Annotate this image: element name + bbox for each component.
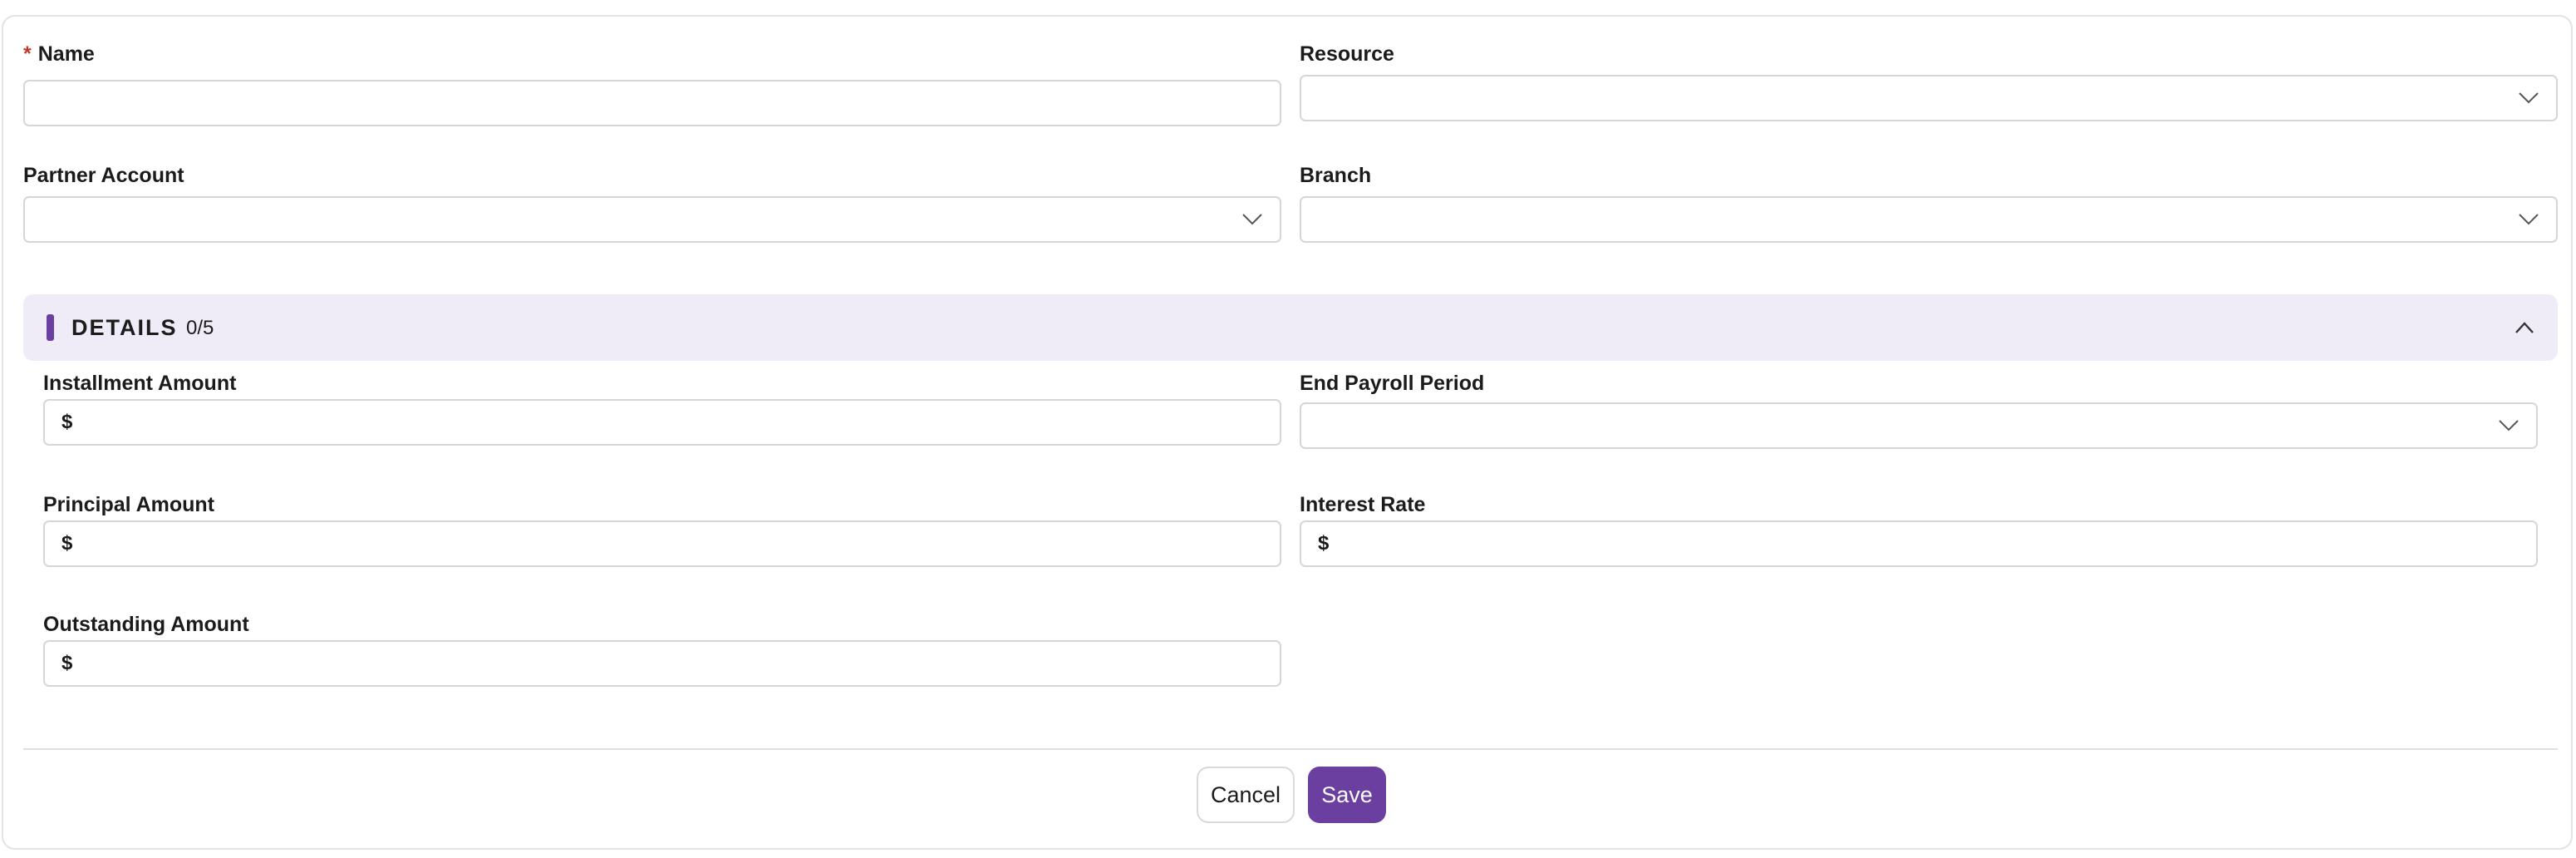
name-input[interactable] bbox=[23, 80, 1281, 126]
details-section-header[interactable]: DETAILS 0/5 bbox=[23, 294, 2558, 361]
partner-account-select[interactable] bbox=[23, 196, 1281, 243]
currency-prefix: $ bbox=[1318, 532, 1330, 555]
save-button[interactable]: Save bbox=[1308, 767, 1386, 823]
chevron-down-icon bbox=[2499, 420, 2519, 431]
name-label: * Name bbox=[23, 42, 95, 66]
footer-divider bbox=[23, 748, 2558, 750]
section-count: 0/5 bbox=[186, 317, 214, 339]
chevron-down-icon bbox=[2519, 214, 2539, 225]
installment-amount-label: Installment Amount bbox=[43, 372, 237, 395]
resource-label: Resource bbox=[1300, 42, 1394, 66]
branch-label: Branch bbox=[1300, 164, 1372, 187]
end-payroll-period-select[interactable] bbox=[1300, 402, 2538, 449]
resource-select[interactable] bbox=[1300, 75, 2558, 121]
cancel-button[interactable]: Cancel bbox=[1197, 767, 1295, 823]
currency-prefix: $ bbox=[61, 532, 73, 555]
chevron-down-icon bbox=[2519, 92, 2539, 104]
currency-prefix: $ bbox=[61, 652, 73, 674]
interest-rate-label: Interest Rate bbox=[1300, 493, 1426, 516]
branch-select[interactable] bbox=[1300, 196, 2558, 243]
partner-account-label: Partner Account bbox=[23, 164, 184, 187]
outstanding-amount-label: Outstanding Amount bbox=[43, 613, 249, 636]
chevron-up-icon[interactable] bbox=[2515, 321, 2534, 334]
installment-amount-input[interactable]: $ bbox=[43, 399, 1281, 446]
outstanding-amount-input[interactable]: $ bbox=[43, 640, 1281, 687]
interest-rate-input[interactable]: $ bbox=[1300, 520, 2538, 567]
chevron-down-icon bbox=[1242, 214, 1262, 225]
form-card: * Name Resource Partner Account Branch DE… bbox=[2, 15, 2573, 850]
required-mark: * bbox=[23, 42, 32, 66]
end-payroll-period-label: End Payroll Period bbox=[1300, 372, 1485, 395]
principal-amount-input[interactable]: $ bbox=[43, 520, 1281, 567]
section-title: DETAILS bbox=[71, 315, 178, 340]
currency-prefix: $ bbox=[61, 411, 73, 433]
section-accent-bar bbox=[47, 314, 54, 341]
principal-amount-label: Principal Amount bbox=[43, 493, 215, 516]
